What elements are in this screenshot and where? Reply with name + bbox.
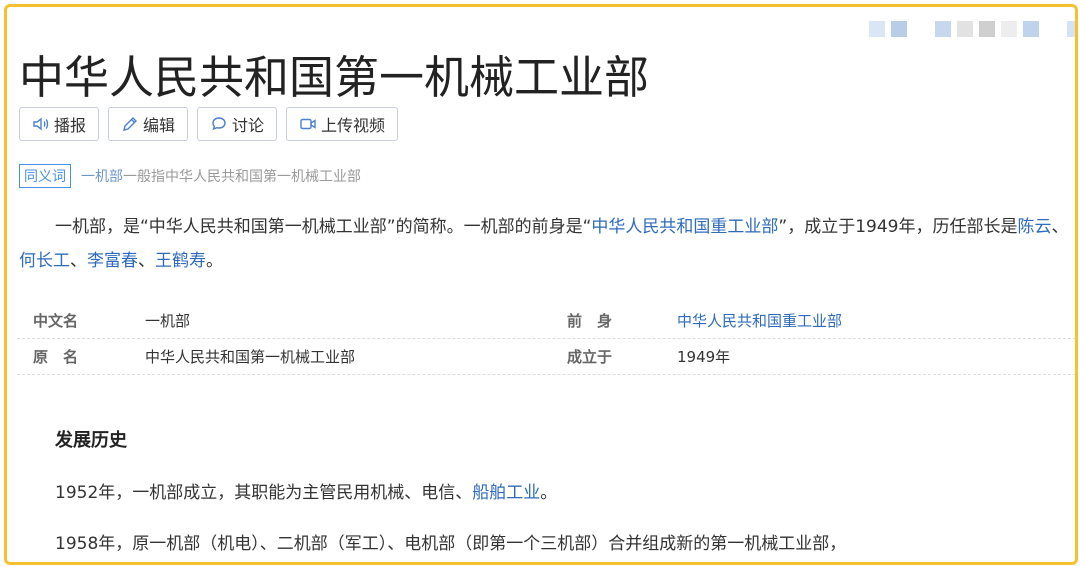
link-minister-lifuchun[interactable]: 李富春 (87, 251, 138, 271)
pixel-block (1001, 21, 1017, 37)
link-minister-hechanggong[interactable]: 何长工 (19, 251, 70, 271)
synonym-notice: 同义词 一机部 一般指中华人民共和国第一机械工业部 (19, 164, 361, 188)
separator: 、 (138, 251, 155, 271)
discuss-label: 讨论 (232, 116, 265, 135)
pixel-block (1067, 21, 1075, 37)
info-name: 成立于 (567, 348, 613, 366)
info-name: 前 身 (567, 312, 613, 330)
pixel-block (957, 21, 973, 37)
edit-label: 编辑 (143, 116, 176, 135)
summary-text: ”，成立于1949年，历任部长是 (778, 217, 1018, 237)
synonym-text: 一般指中华人民共和国第一机械工业部 (123, 169, 361, 185)
basic-info-table: 中文名 一机部 前 身 中华人民共和国重工业部 原 名 中华人民共和国第一机械工… (17, 303, 1075, 375)
info-value: 1949年 (677, 348, 731, 366)
summary-end: 。 (206, 251, 223, 271)
info-value: 一机部 (145, 312, 191, 330)
paragraph-text: 1952年，一机部成立，其职能为主管民用机械、电信、 (55, 483, 473, 503)
pixel-block (1023, 21, 1039, 37)
broadcast-button[interactable]: 播报 (19, 107, 100, 141)
section-title-history: 发展历史 (55, 430, 127, 451)
pixel-block (869, 21, 885, 37)
content-frame: 中华人民共和国第一机械工业部 播报 编辑 讨论 上传视频 同义词 一机部 一般指… (4, 4, 1078, 565)
info-value-link[interactable]: 中华人民共和国重工业部 (677, 310, 842, 331)
summary-paragraph: 一机部，是“中华人民共和国第一机械工业部”的简称。一机部的前身是“中华人民共和国… (19, 210, 1069, 278)
link-minister-chenyun[interactable]: 陈云 (1018, 217, 1052, 237)
paragraph-text: 。 (540, 483, 558, 503)
link-minister-wanghshou[interactable]: 王鹤寿 (155, 251, 206, 271)
lemma-summary: 一机部，是“中华人民共和国第一机械工业部”的简称。一机部的前身是“中华人民共和国… (19, 210, 1069, 278)
link-predecessor[interactable]: 中华人民共和国重工业部 (591, 217, 778, 237)
info-value: 中华人民共和国第一机械工业部 (145, 348, 356, 366)
page-title: 中华人民共和国第一机械工业部 (19, 51, 650, 104)
blurred-user-area (869, 21, 1075, 37)
pixel-block (1045, 21, 1061, 37)
summary-text: 一机部，是“中华人民共和国第一机械工业部”的简称。一机部的前身是“ (55, 217, 592, 237)
info-name: 原 名 (33, 348, 79, 366)
speaker-icon (32, 115, 50, 133)
chat-bubble-icon (210, 115, 228, 133)
info-name: 中文名 (33, 312, 79, 330)
pixel-block (935, 21, 951, 37)
history-paragraph: 1958年，原一机部（机电）、二机部（军工）、电机部（即第一个三机部）合并组成新… (55, 534, 847, 554)
edit-button[interactable]: 编辑 (108, 107, 189, 141)
pixel-block (891, 21, 907, 37)
separator: 、 (70, 251, 87, 271)
info-row: 原 名 中华人民共和国第一机械工业部 成立于 1949年 (17, 339, 1075, 375)
broadcast-label: 播报 (54, 116, 87, 135)
history-paragraph: 1952年，一机部成立，其职能为主管民用机械、电信、船舶工业。 (55, 478, 557, 503)
link-shipbuilding[interactable]: 船舶工业 (472, 483, 540, 503)
upload-video-button[interactable]: 上传视频 (286, 107, 399, 141)
info-row: 中文名 一机部 前 身 中华人民共和国重工业部 (17, 303, 1075, 339)
upload-video-label: 上传视频 (321, 116, 386, 135)
pixel-block (979, 21, 995, 37)
pencil-icon (121, 115, 139, 133)
action-toolbar: 播报 编辑 讨论 上传视频 (19, 107, 399, 141)
synonym-tag: 同义词 (19, 164, 71, 188)
synonym-link[interactable]: 一机部 (81, 166, 123, 186)
video-camera-icon (299, 115, 317, 133)
separator: 、 (1051, 217, 1069, 237)
discuss-button[interactable]: 讨论 (197, 107, 278, 141)
pixel-block (913, 21, 929, 37)
